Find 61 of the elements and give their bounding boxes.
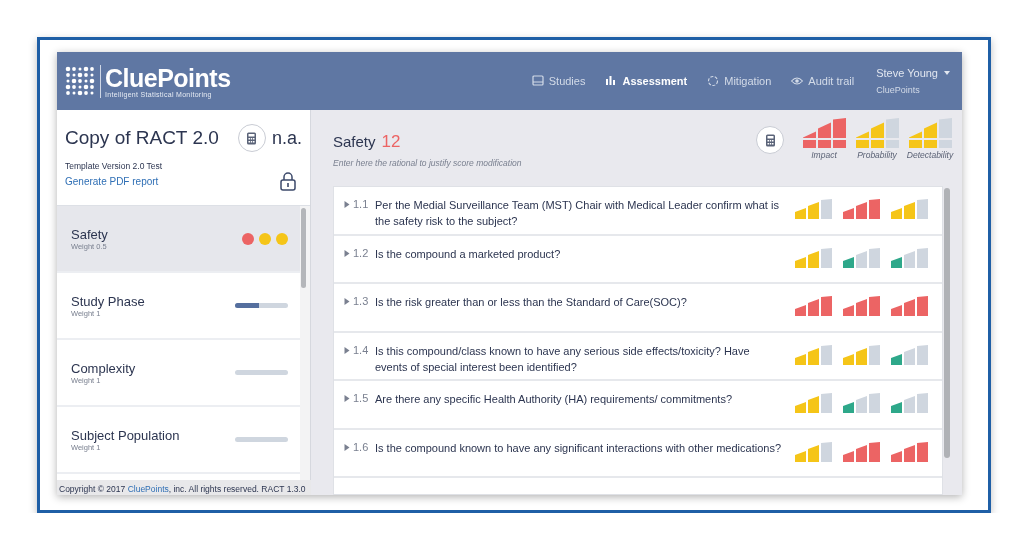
- question-number: 1.4: [353, 343, 370, 356]
- target-icon: [707, 75, 720, 87]
- nav-tab[interactable]: Assessment: [605, 75, 688, 87]
- category-name: Safety: [71, 226, 108, 242]
- question-text: Is this compound/class known to have any serious side effects/toxicity? Have events of special interest been identified?: [375, 343, 751, 375]
- question-text: Is the compound a marketed product?: [375, 246, 562, 262]
- meter-track: [821, 344, 832, 365]
- question-text: Are there any specific Health Authority (HA) requirements/ commitments?: [375, 392, 734, 407]
- question-number: 1.5: [353, 392, 370, 404]
- panel-icon: [531, 75, 544, 87]
- rationale-field[interactable]: Enter here the rational to justify score modification: [333, 158, 573, 168]
- question-number: 1.6: [353, 440, 370, 453]
- meter-track: [856, 393, 880, 413]
- meter-track: [904, 247, 928, 268]
- calculator-button[interactable]: [756, 126, 784, 154]
- meter-track: [938, 118, 952, 148]
- section-title: Safety: [333, 133, 376, 150]
- meter-label: Detectability: [906, 150, 954, 160]
- template-version: Template Version 2.0 Test: [65, 161, 164, 171]
- nav-tab[interactable]: Mitigation: [707, 75, 772, 87]
- dot-grid-logo-icon: [65, 66, 95, 96]
- meter-track: [869, 344, 880, 365]
- category-name: Complexity: [71, 360, 136, 376]
- logo-text: CluePoints: [105, 64, 231, 91]
- question-text: Per the Medial Surveillance Team (MST) Chair with Medical Leader confirm what is the safety risk to the subject?: [375, 198, 780, 229]
- padlock-icon: [280, 171, 296, 191]
- assessment-title: Copy of RACT 2.0: [65, 127, 219, 149]
- nav-tab[interactable]: Studies: [531, 75, 586, 87]
- pdf-report-link[interactable]: Generate PDF report: [65, 175, 159, 187]
- cluepoints-link[interactable]: CluePoints: [127, 484, 169, 494]
- meter-label: Probability: [857, 150, 897, 160]
- meter-track: [856, 247, 880, 268]
- question-text: Is the risk greater than or less than the Standard of Care(SOC)?: [375, 295, 688, 310]
- meter-track: [821, 393, 832, 413]
- organization-name: CluePoints: [876, 85, 920, 95]
- meter-label: Impact: [811, 150, 837, 160]
- section-score: 12: [381, 132, 401, 152]
- user-name[interactable]: Steve Young: [876, 67, 938, 79]
- question-number: 1.2: [353, 246, 370, 259]
- scrollbar-thumb[interactable]: [944, 188, 950, 458]
- calculator-button[interactable]: [237, 124, 266, 152]
- meter-track: [917, 199, 928, 219]
- bar-chart-icon: [605, 75, 618, 87]
- meter-track: [821, 247, 832, 268]
- category-name: Subject Population: [71, 427, 180, 443]
- calculator-icon: [764, 133, 776, 147]
- meter-track: [821, 441, 832, 462]
- meter-track: [904, 344, 928, 365]
- scrollbar-thumb[interactable]: [301, 208, 306, 288]
- question-text: Is the compound known to have any significant interactions with other medications?: [375, 440, 782, 456]
- eye-icon: [791, 75, 804, 87]
- meter-track: [904, 393, 928, 413]
- nav-tab[interactable]: Audit trail: [791, 75, 855, 87]
- overall-score: n.a.: [271, 127, 302, 149]
- meter-track: [885, 118, 899, 148]
- calculator-icon: [246, 131, 258, 145]
- meter-track: [821, 199, 832, 219]
- category-name: Study Phase: [71, 293, 145, 309]
- question-number: 1.3: [353, 295, 370, 307]
- caret-icon: [944, 71, 950, 75]
- question-number: 1.1: [353, 198, 370, 210]
